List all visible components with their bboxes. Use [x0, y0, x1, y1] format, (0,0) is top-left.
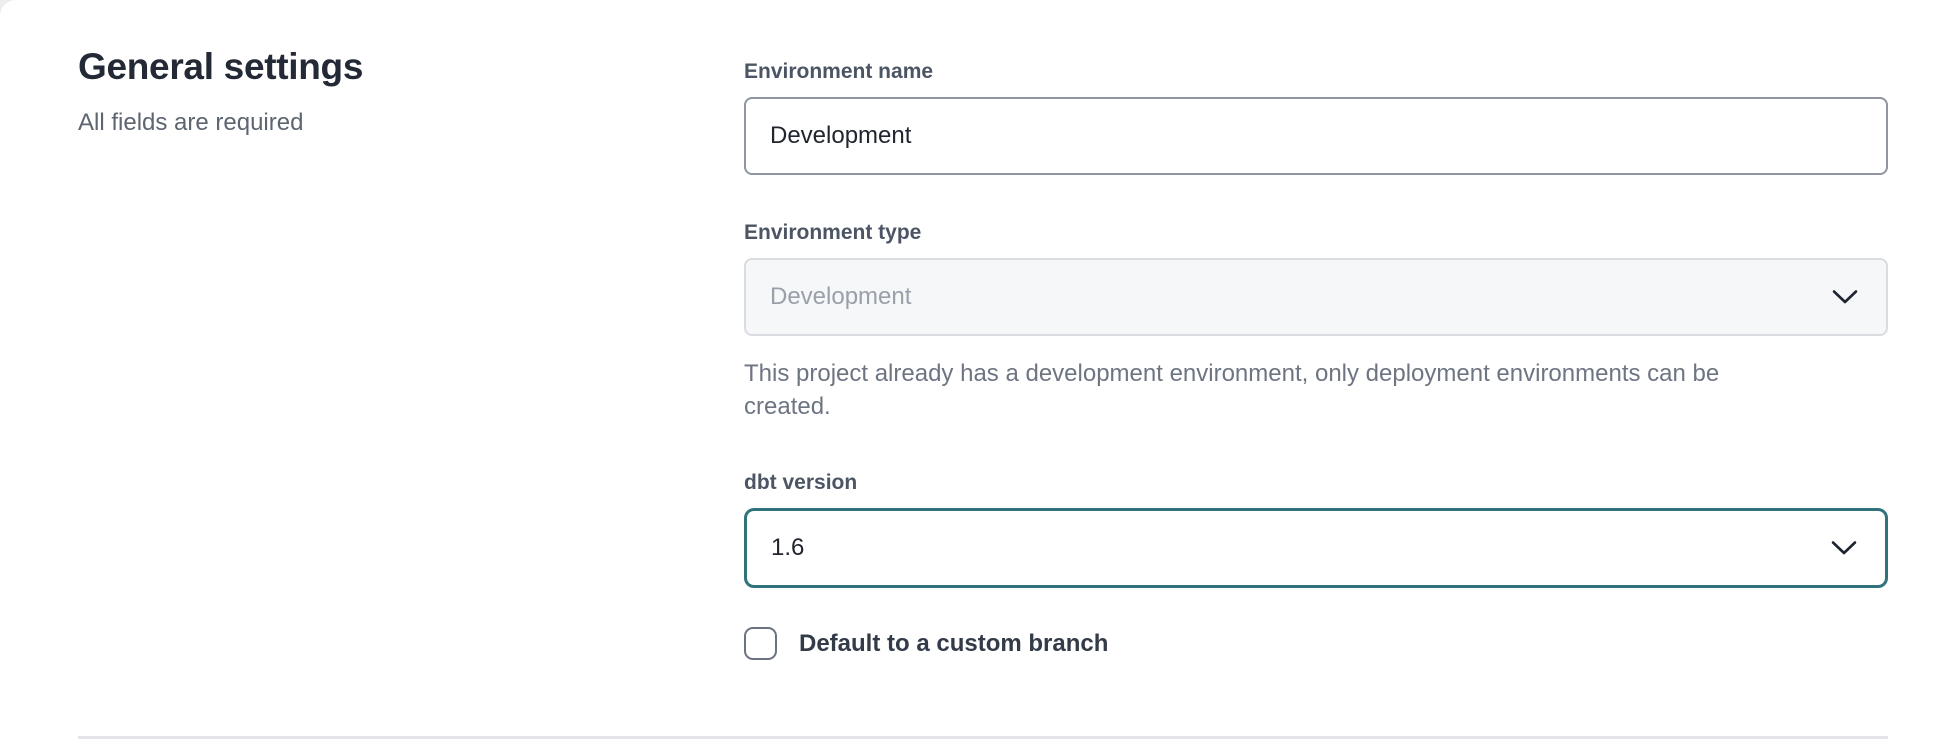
environment-name-label: Environment name [744, 60, 1888, 84]
settings-card: General settings All fields are required… [0, 0, 1958, 740]
general-settings-section: General settings All fields are required… [0, 0, 1958, 740]
helper-line-2: created. [744, 390, 1888, 423]
dbt-version-label: dbt version [744, 471, 1888, 495]
environment-settings-screen: General settings All fields are required… [0, 0, 1958, 740]
page-title: General settings [78, 46, 744, 89]
settings-form: Environment name Environment type Develo… [744, 46, 1888, 740]
chevron-down-icon [1831, 541, 1857, 556]
dbt-version-selected-value: 1.6 [771, 534, 804, 562]
custom-branch-checkbox[interactable] [744, 627, 777, 660]
section-divider [78, 736, 1888, 739]
custom-branch-label[interactable]: Default to a custom branch [799, 630, 1108, 658]
environment-type-helper: This project already has a development e… [744, 357, 1888, 423]
helper-line-1: This project already has a development e… [744, 357, 1888, 390]
environment-type-label: Environment type [744, 221, 1888, 245]
custom-branch-row[interactable]: Default to a custom branch [744, 627, 1108, 660]
section-subtitle: All fields are required [78, 109, 744, 137]
section-intro: General settings All fields are required [78, 46, 744, 740]
chevron-down-icon [1832, 290, 1858, 305]
environment-name-input[interactable] [744, 97, 1888, 175]
dbt-version-select[interactable]: 1.6 [744, 508, 1888, 588]
environment-type-selected-value: Development [770, 283, 911, 311]
environment-type-select: Development [744, 258, 1888, 336]
